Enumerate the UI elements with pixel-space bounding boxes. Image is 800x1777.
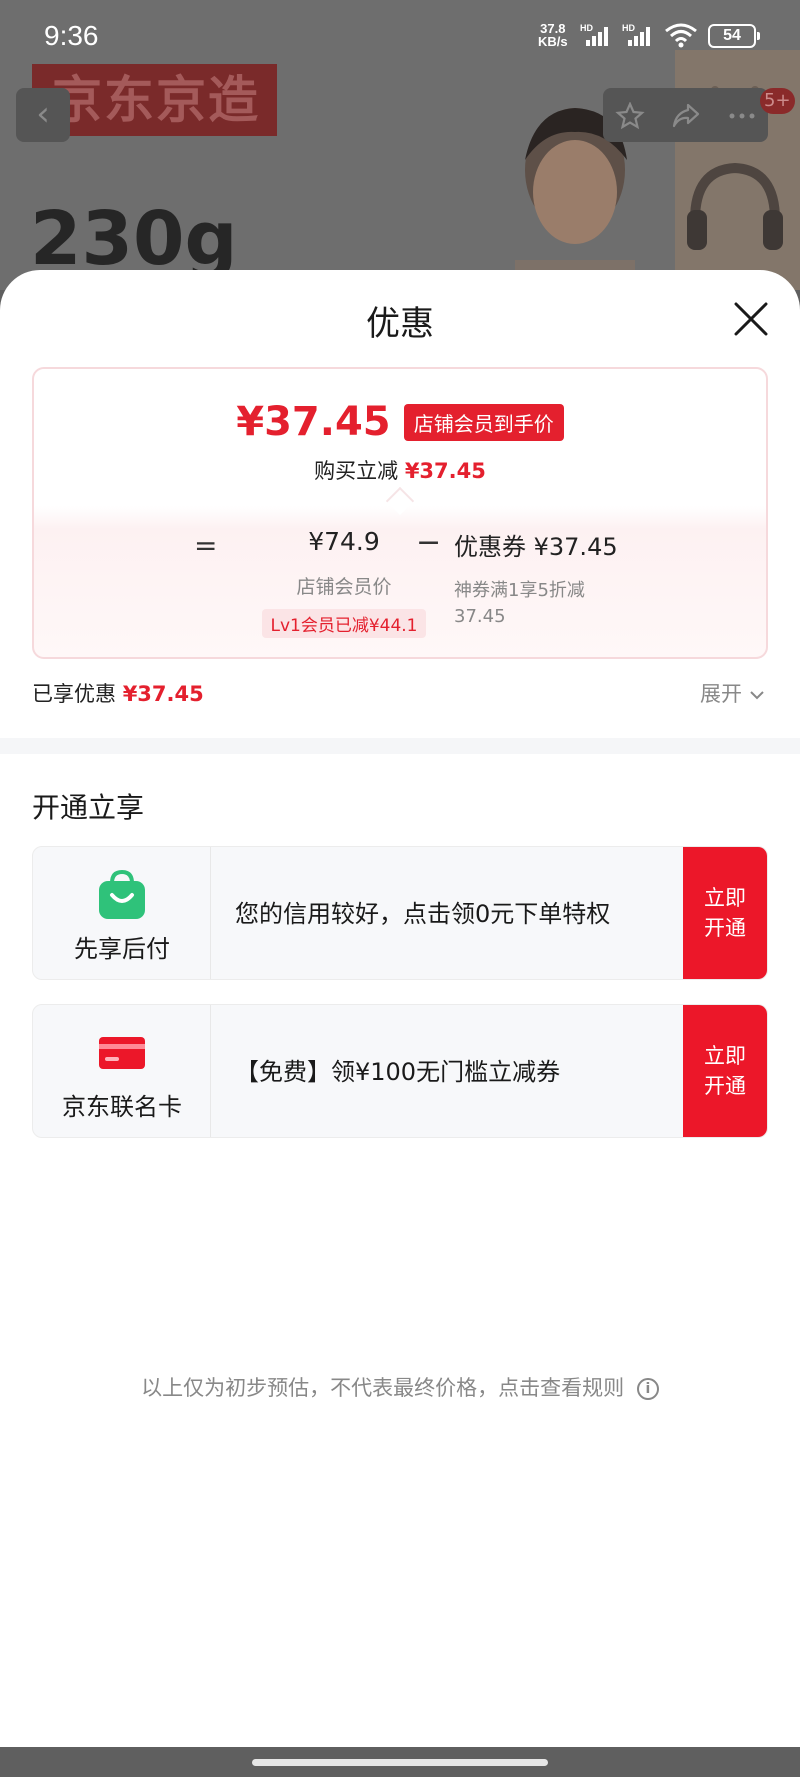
credit-card-icon [99,1037,145,1069]
instant-reduction-line: 购买立减 ¥37.45 [34,455,766,485]
share-icon[interactable] [671,102,701,130]
action-buttons-group [603,88,768,142]
coupon-column: 优惠券 ¥37.45 神券满1享5折减37.45 [454,527,724,630]
offer-left: 先享后付 [33,847,211,979]
equals-sign: = [194,529,218,562]
status-time: 9:36 [44,20,99,51]
section-divider [0,738,800,754]
section-title: 开通立享 [32,791,145,824]
reduce-value: ¥37.45 [404,459,486,483]
signal-icon: HD [622,23,650,46]
member-price-label: 店铺会员价 [296,576,392,598]
sheet-title: 优惠 [366,304,434,344]
chevron-down-icon [749,691,764,700]
enjoyed-discount: 已享优惠 ¥37.45 [32,678,204,708]
battery-indicator: 54 [708,24,760,48]
gesture-nav-bar [0,1747,800,1777]
status-bar: 9:36 37.8 KB/s HD HD 54 [0,0,800,72]
home-indicator[interactable] [252,1759,548,1766]
offer-left: 京东联名卡 [33,1005,211,1137]
activate-button[interactable]: 立即 开通 [683,847,767,979]
member-discount-badge: Lv1会员已减¥44.1 [262,609,426,638]
minus-sign: − [416,525,442,560]
background-shelf-image [675,50,800,290]
signal-label: HD [622,23,635,33]
offer-card-pay-later[interactable]: 先享后付 您的信用较好，点击领0元下单特权 立即 开通 [32,846,768,980]
offer-label: 京东联名卡 [62,1093,182,1121]
expand-button[interactable]: 展开 [700,678,765,708]
message-count-badge: 5+ [760,88,795,114]
info-icon[interactable]: i [636,1378,659,1400]
price-type-tag: 店铺会员到手价 [403,403,564,441]
network-speed: 37.8 KB/s [538,22,568,48]
offer-label: 先享后付 [74,935,170,963]
disclaimer-text: 以上仅为初步预估，不代表最终价格，点击查看规则 [141,1376,625,1400]
coupon-label: 优惠券 ¥37.45 [454,533,618,561]
discount-sheet: 优惠 ¥37.45 店铺会员到手价 购买立减 ¥37.45 = ¥74.9 店铺… [0,270,800,1747]
offer-card-co-branded-card[interactable]: 京东联名卡 【免费】领¥100无门槛立减券 立即 开通 [32,1004,768,1138]
card-notch [385,486,415,516]
price-breakdown-card: ¥37.45 店铺会员到手价 购买立减 ¥37.45 = ¥74.9 店铺会员价… [32,367,768,659]
final-price: ¥37.45 [236,399,391,445]
signal-icon: HD [580,23,608,46]
shopping-bag-icon [99,869,145,919]
wifi-icon [665,23,697,48]
enjoyed-value: ¥37.45 [122,682,204,706]
offer-description: 【免费】领¥100无门槛立减券 [235,1058,561,1086]
network-speed-unit: KB/s [538,34,568,49]
star-icon[interactable] [615,102,645,130]
activate-button[interactable]: 立即 开通 [683,1005,767,1137]
coupon-description: 神券满1享5折减37.45 [454,580,585,627]
final-price-row: ¥37.45 店铺会员到手价 [34,399,766,445]
reduce-label: 购买立减 [314,459,399,483]
signal-label: HD [580,23,593,33]
enjoyed-label: 已享优惠 [32,682,116,706]
offer-description: 您的信用较好，点击领0元下单特权 [235,900,611,928]
expand-label: 展开 [700,682,742,706]
price-disclaimer[interactable]: 以上仅为初步预估，不代表最终价格，点击查看规则 i [0,1372,800,1402]
more-icon[interactable] [727,102,757,130]
close-icon[interactable] [732,300,770,338]
back-button[interactable]: ‹ [16,88,70,142]
